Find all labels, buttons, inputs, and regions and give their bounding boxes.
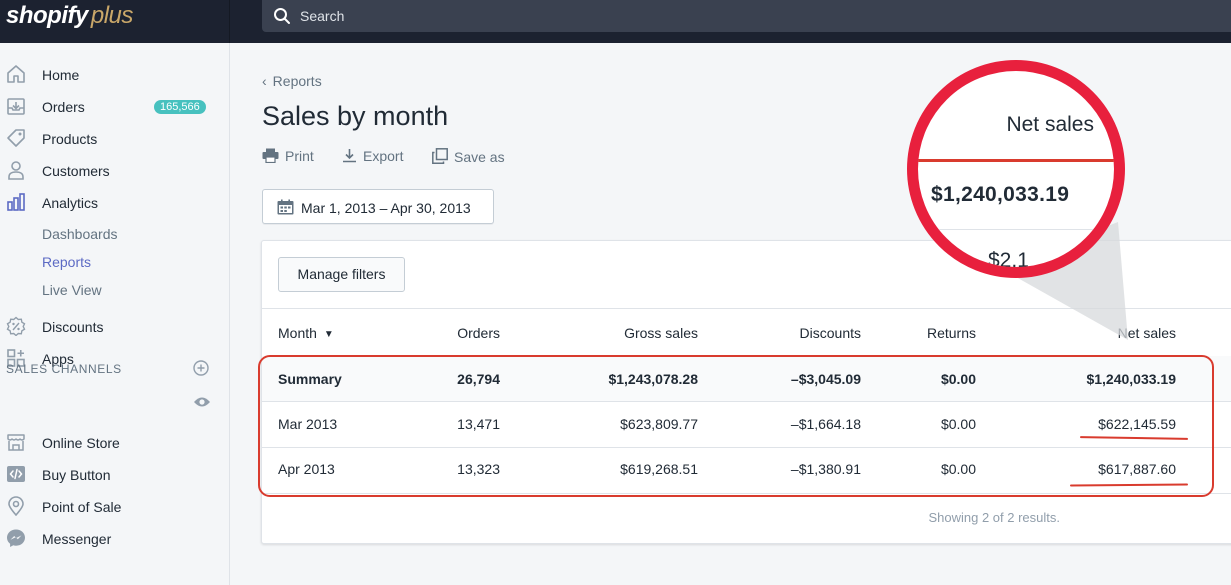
- magnified-partial-value: $2,1: [988, 249, 1029, 272]
- divider: [918, 229, 1114, 230]
- magnifier-callout: Net sales $1,240,033.19 $2,1: [907, 60, 1125, 278]
- magnified-underline: [918, 159, 1114, 162]
- magnified-value: $1,240,033.19: [931, 183, 1070, 206]
- magnified-header: Net sales: [1006, 113, 1094, 136]
